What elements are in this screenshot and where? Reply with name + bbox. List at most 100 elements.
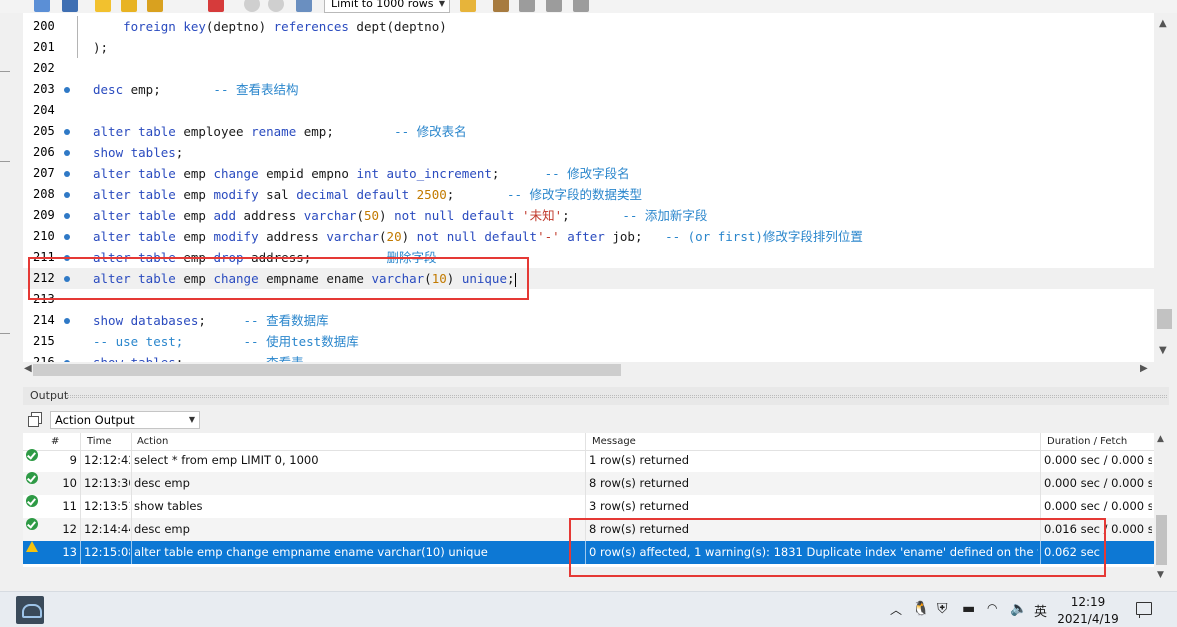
- code-token: -- 查看数据库: [243, 313, 329, 328]
- code-token: ;: [446, 187, 507, 202]
- scroll-right-icon[interactable]: ▶: [1140, 363, 1148, 374]
- invisible-chars-icon[interactable]: [519, 0, 535, 12]
- editor-line[interactable]: 203 desc emp; -- 查看表结构: [23, 79, 1154, 100]
- notification-icon[interactable]: [1136, 602, 1152, 618]
- code-token: not null default: [394, 208, 515, 223]
- execute-icon[interactable]: [95, 0, 111, 12]
- line-number: 207: [33, 166, 55, 180]
- editor-line[interactable]: 216 show tables; -- 查看表: [23, 352, 1154, 362]
- workbench-window: Limit to 1000 rows ▼ 200 foreign key(dep…: [0, 0, 1177, 627]
- scroll-thumb[interactable]: [1156, 515, 1167, 565]
- editor-line[interactable]: 209 alter table emp add address varchar(5…: [23, 205, 1154, 226]
- line-number: 203: [33, 82, 55, 96]
- code-token: foreign key: [123, 19, 206, 34]
- chevron-up-icon[interactable]: ︿: [890, 601, 902, 618]
- line-number: 210: [33, 229, 55, 243]
- battery-icon[interactable]: ▬: [962, 601, 975, 617]
- execute-current-icon[interactable]: [121, 0, 137, 12]
- scroll-thumb[interactable]: [1157, 309, 1172, 329]
- row-time: 12:14:44: [84, 522, 130, 536]
- code-token: alter table: [93, 187, 176, 202]
- editor-line[interactable]: 214 show databases; -- 查看数据库: [23, 310, 1154, 331]
- editor-line[interactable]: 215 -- use test; -- 使用test数据库: [23, 331, 1154, 352]
- code-token: ;: [562, 208, 623, 223]
- code-text: alter table emp add address varchar(50) …: [93, 205, 707, 226]
- wrap-icon[interactable]: [546, 0, 562, 12]
- clock-date[interactable]: 2021/4/19: [1055, 612, 1121, 626]
- beautify-icon[interactable]: [460, 0, 476, 12]
- volume-icon[interactable]: 🔈: [1010, 601, 1027, 617]
- rollback-icon[interactable]: [268, 0, 284, 12]
- security-icon[interactable]: ⛨: [937, 601, 948, 617]
- code-token: not null default: [416, 229, 538, 244]
- editor-line[interactable]: 206 show tables;: [23, 142, 1154, 163]
- limit-rows-select[interactable]: Limit to 1000 rows ▼: [324, 0, 450, 13]
- clock-time[interactable]: 12:19: [1068, 595, 1108, 609]
- copy-icon[interactable]: [28, 412, 42, 427]
- code-text: alter table emp modify address varchar(2…: [93, 226, 863, 247]
- find-icon[interactable]: [493, 0, 509, 12]
- output-type-select[interactable]: Action Output ▼: [50, 411, 200, 429]
- line-number: 209: [33, 208, 55, 222]
- col-header-duration[interactable]: Duration / Fetch: [1047, 436, 1127, 447]
- scroll-thumb[interactable]: [33, 364, 621, 376]
- row-number: 11: [62, 499, 77, 513]
- code-token: -- 修改表名: [394, 124, 467, 139]
- editor-line[interactable]: 205 alter table employee rename emp; -- 修…: [23, 121, 1154, 142]
- col-header-action[interactable]: Action: [137, 436, 168, 447]
- col-header-message[interactable]: Message: [592, 436, 636, 447]
- editor-left-margin: [0, 13, 23, 389]
- explain-icon[interactable]: [147, 0, 163, 12]
- editor-line[interactable]: 200 foreign key(deptno) references dept(…: [23, 16, 1154, 37]
- code-token: 20: [386, 229, 402, 244]
- editor-line[interactable]: 201);: [23, 37, 1154, 58]
- col-header-num[interactable]: #: [51, 436, 59, 447]
- editor-vertical-scrollbar[interactable]: ▲ ▼: [1154, 13, 1177, 362]
- scroll-up-icon[interactable]: ▲: [1157, 434, 1164, 444]
- col-header-time[interactable]: Time: [87, 436, 111, 447]
- line-number: 202: [33, 61, 55, 75]
- sql-editor[interactable]: 200 foreign key(deptno) references dept(…: [23, 13, 1154, 362]
- code-token: -- use test; -- 使用test数据库: [93, 334, 359, 349]
- code-token: -- 修改字段名: [544, 166, 630, 181]
- editor-line[interactable]: 210 alter table emp modify address varcha…: [23, 226, 1154, 247]
- code-text: -- use test; -- 使用test数据库: [93, 331, 359, 352]
- scroll-down-icon[interactable]: ▼: [1157, 570, 1164, 580]
- editor-line[interactable]: 208 alter table emp modify sal decimal de…: [23, 184, 1154, 205]
- code-token: show tables: [93, 355, 176, 362]
- save-icon[interactable]: [62, 0, 78, 12]
- scroll-up-icon[interactable]: ▲: [1159, 18, 1167, 29]
- output-toolbar: Action Output ▼: [23, 405, 1169, 431]
- editor-line[interactable]: 204: [23, 100, 1154, 121]
- stop-icon[interactable]: [208, 0, 224, 12]
- qq-icon[interactable]: 🐧: [912, 601, 929, 617]
- output-panel-header: Output: [23, 387, 1169, 405]
- warning-icon: [26, 541, 38, 552]
- success-icon: [26, 449, 38, 461]
- wifi-icon[interactable]: ◠: [987, 601, 997, 615]
- ime-indicator[interactable]: 英: [1034, 601, 1047, 620]
- code-token: -- 修改字段的数据类型: [506, 187, 643, 202]
- table-row[interactable]: 9 12:12:42 select * from emp LIMIT 0, 1000…: [23, 449, 1154, 472]
- row-duration: 0.000 sec / 0.000 sec: [1044, 499, 1152, 513]
- table-row[interactable]: 10 12:13:30 desc emp 8 row(s) returned 0.000…: [23, 472, 1154, 495]
- line-number: 200: [33, 19, 55, 33]
- commit-icon[interactable]: [244, 0, 260, 12]
- editor-line[interactable]: 202: [23, 58, 1154, 79]
- autocommit-icon[interactable]: [296, 0, 312, 12]
- output-vertical-scrollbar[interactable]: ▲ ▼: [1154, 433, 1169, 585]
- mysql-workbench-taskbar-icon[interactable]: [16, 596, 44, 624]
- table-row[interactable]: 11 12:13:51 show tables 3 row(s) returned 0.…: [23, 495, 1154, 518]
- statement-marker-icon: [64, 87, 70, 93]
- row-number: 12: [62, 522, 77, 536]
- code-text: show databases; -- 查看数据库: [93, 310, 329, 331]
- code-token: alter table: [93, 166, 176, 181]
- open-icon[interactable]: [34, 0, 50, 12]
- scroll-down-icon[interactable]: ▼: [1159, 345, 1167, 356]
- scroll-left-icon[interactable]: ◀: [24, 363, 32, 374]
- panel-grip[interactable]: [67, 395, 1167, 398]
- editor-line[interactable]: 207 alter table emp change empid empno in…: [23, 163, 1154, 184]
- editor-horizontal-scrollbar[interactable]: ◀ ▶: [23, 362, 1154, 378]
- output-type-value: Action Output: [55, 413, 135, 427]
- wrap-lines-icon[interactable]: [573, 0, 589, 12]
